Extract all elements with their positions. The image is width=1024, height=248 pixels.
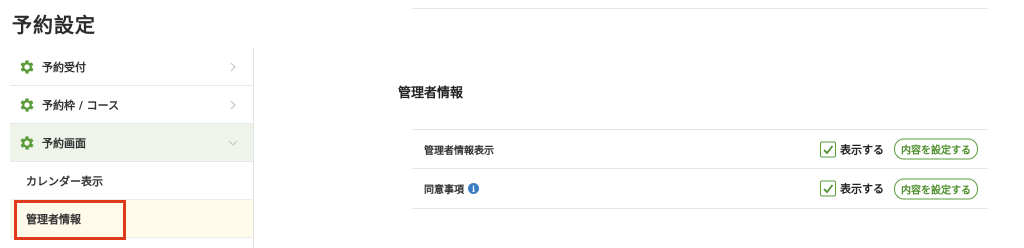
row-controls: 表示する 内容を設定する [820, 178, 978, 199]
sidebar-subitem-label: 管理者情報 [26, 212, 81, 226]
sidebar-subitem-calendar-display[interactable]: カレンダー表示 [10, 162, 253, 200]
chevron-right-icon [227, 99, 239, 111]
sidebar-item-label: 予約画面 [42, 136, 86, 150]
configure-content-button[interactable]: 内容を設定する [894, 178, 978, 199]
show-checkbox[interactable] [820, 180, 836, 197]
sidebar-item-reservation-screen[interactable]: 予約画面 [10, 124, 253, 162]
sidebar-subitem-admin-info[interactable]: 管理者情報 [10, 200, 253, 240]
chevron-down-icon [227, 137, 239, 149]
settings-list: 管理者情報表示 表示する 内容を設定する 同意事項 i 表示する 内容を設定する [412, 129, 988, 209]
show-checkbox[interactable] [820, 141, 836, 157]
gear-icon [18, 58, 36, 76]
row-label: 管理者情報表示 [424, 145, 494, 157]
sidebar-item-label: 予約枠 / コース [42, 98, 120, 112]
sidebar-item-reservation-acceptance[interactable]: 予約受付 [10, 48, 253, 86]
checkbox-label: 表示する [840, 182, 884, 196]
section-title: 管理者情報 [398, 86, 464, 101]
row-label-text: 同意事項 [424, 185, 464, 196]
settings-row: 管理者情報表示 表示する 内容を設定する [412, 129, 988, 169]
checkbox-label: 表示する [840, 143, 884, 156]
gear-icon [18, 96, 36, 114]
divider [412, 8, 988, 9]
sidebar: 予約受付 予約枠 / コース 予約画面 カレンダー表示 管理者情報 [10, 48, 254, 248]
row-controls: 表示する 内容を設定する [820, 138, 978, 160]
configure-content-button[interactable]: 内容を設定する [894, 138, 978, 160]
checkmark-icon [823, 184, 834, 194]
chevron-right-icon [227, 61, 239, 73]
page-title: 予約設定 [12, 13, 96, 37]
sidebar-item-label: 予約受付 [42, 60, 86, 74]
checkmark-icon [823, 144, 834, 154]
settings-row: 同意事項 i 表示する 内容を設定する [412, 169, 988, 209]
gear-icon [18, 134, 36, 152]
info-icon[interactable]: i [468, 183, 479, 194]
sidebar-item-slots-courses[interactable]: 予約枠 / コース [10, 86, 253, 124]
row-label: 同意事項 i [424, 181, 479, 196]
